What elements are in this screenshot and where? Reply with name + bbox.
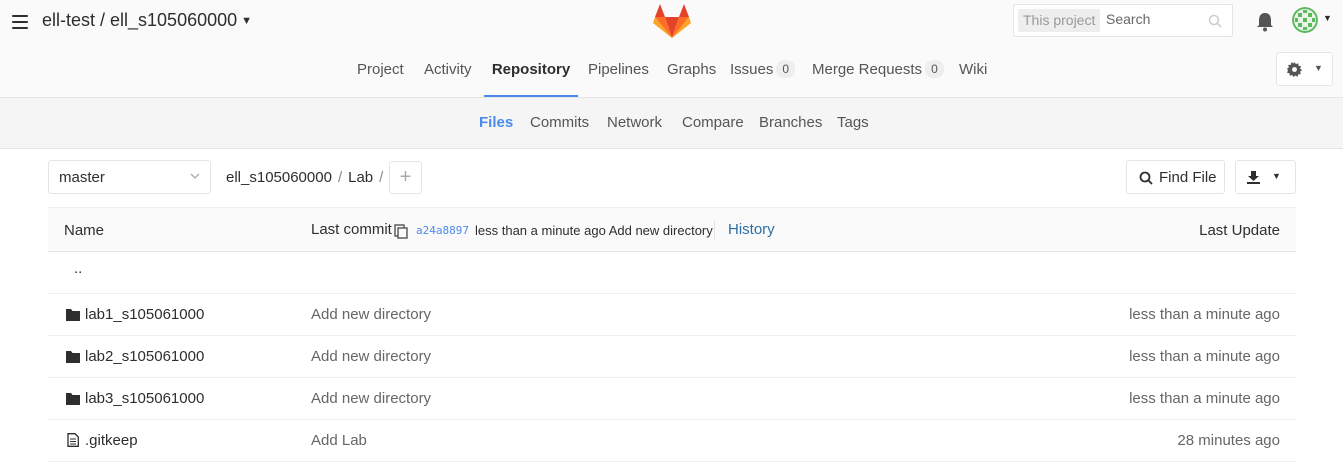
folder-icon (66, 393, 80, 405)
history-link[interactable]: History (728, 221, 775, 238)
tab-pipelines[interactable]: Pipelines (588, 44, 649, 97)
table-row: lab3_s105061000 Add new directory less t… (48, 378, 1296, 420)
find-file-label: Find File (1159, 169, 1217, 186)
breadcrumb: ell_s105060000 / Lab / (226, 169, 389, 186)
hamburger-menu-icon[interactable] (12, 15, 28, 29)
file-commit-link[interactable]: Add new directory (311, 306, 431, 323)
project-title[interactable]: ell-test / ell_s105060000 ▼ (42, 10, 252, 31)
subtab-files[interactable]: Files (479, 98, 513, 148)
plus-icon: + (399, 166, 412, 188)
file-updated-time: less than a minute ago (1129, 348, 1280, 365)
file-name-link[interactable]: .gitkeep (85, 432, 138, 449)
column-last-commit-header: Last commit (311, 221, 392, 238)
tab-activity[interactable]: Activity (424, 44, 472, 97)
repository-subnav: Files Commits Network Compare Branches T… (0, 98, 1343, 149)
tree-table-header: Name Last commit a24a8897 less than a mi… (48, 207, 1296, 252)
tab-merge-requests-label: Merge Requests (812, 61, 923, 78)
breadcrumb-project[interactable]: ell_s105060000 (226, 169, 332, 186)
tab-repository[interactable]: Repository (484, 44, 578, 97)
merge-requests-count-badge: 0 (925, 60, 944, 78)
bell-icon[interactable] (1256, 12, 1274, 32)
table-row-parent (48, 252, 1296, 294)
file-name-link[interactable]: lab2_s105061000 (85, 348, 204, 365)
search-box[interactable]: This project (1013, 4, 1233, 37)
download-button[interactable]: ▼ (1235, 160, 1296, 194)
file-commit-link[interactable]: Add Lab (311, 432, 367, 449)
tab-issues[interactable]: Issues 0 (730, 44, 796, 97)
search-scope-label[interactable]: This project (1018, 9, 1101, 32)
subtab-commits[interactable]: Commits (530, 98, 589, 148)
settings-chevron-down-icon: ▼ (1314, 63, 1323, 73)
table-row: .gitkeep Add Lab 28 minutes ago (48, 420, 1296, 462)
avatar[interactable] (1292, 7, 1318, 33)
breadcrumb-lab[interactable]: Lab (348, 169, 373, 186)
search-icon (1208, 14, 1222, 28)
folder-icon (66, 309, 80, 321)
breadcrumb-separator: / (379, 169, 384, 186)
gitlab-logo[interactable] (652, 2, 692, 40)
add-to-tree-button[interactable]: + (389, 161, 422, 194)
table-row: lab1_s105061000 Add new directory less t… (48, 294, 1296, 336)
tab-merge-requests[interactable]: Merge Requests 0 (812, 44, 944, 97)
download-icon (1247, 171, 1260, 184)
commit-sha-link[interactable]: a24a8897 (416, 224, 469, 237)
search-icon (1139, 171, 1153, 185)
tab-project[interactable]: Project (357, 44, 404, 97)
subtab-tags[interactable]: Tags (837, 98, 869, 148)
breadcrumb-separator: / (337, 169, 343, 186)
subtab-compare[interactable]: Compare (682, 98, 744, 148)
file-updated-time: less than a minute ago (1129, 390, 1280, 407)
avatar-chevron-down-icon[interactable]: ▼ (1323, 13, 1332, 23)
subtab-branches[interactable]: Branches (759, 98, 822, 148)
issues-count-badge: 0 (776, 60, 796, 78)
file-updated-time: less than a minute ago (1129, 306, 1280, 323)
clipboard-icon[interactable] (394, 223, 408, 239)
folder-icon (66, 351, 80, 363)
file-commit-link[interactable]: Add new directory (311, 390, 431, 407)
project-title-text: ell-test / ell_s105060000 (42, 10, 238, 30)
settings-button[interactable]: ▼ (1276, 52, 1333, 86)
find-file-button[interactable]: Find File (1126, 160, 1225, 194)
last-commit-message: less than a minute ago Add new directory (475, 223, 713, 238)
search-input[interactable] (1106, 11, 1206, 27)
chevron-down-icon (190, 173, 200, 179)
gear-icon (1287, 62, 1302, 77)
chevron-down-icon: ▼ (241, 15, 253, 27)
column-name-header: Name (64, 222, 105, 239)
file-name-link[interactable]: lab3_s105061000 (85, 390, 204, 407)
parent-directory-link[interactable]: .. (74, 260, 82, 277)
tab-graphs[interactable]: Graphs (667, 44, 716, 97)
table-row: lab2_s105061000 Add new directory less t… (48, 336, 1296, 378)
branch-select[interactable]: master (48, 160, 211, 194)
file-name-link[interactable]: lab1_s105061000 (85, 306, 204, 323)
file-updated-time: 28 minutes ago (1177, 432, 1280, 449)
subtab-network[interactable]: Network (607, 98, 662, 148)
file-text-icon (67, 433, 79, 447)
branch-name: master (59, 169, 105, 186)
file-commit-link[interactable]: Add new directory (311, 348, 431, 365)
column-last-update-header: Last Update (1199, 222, 1280, 239)
download-chevron-down-icon: ▼ (1272, 171, 1281, 181)
project-nav: Project Activity Repository Pipelines Gr… (0, 44, 1343, 98)
divider (714, 220, 715, 240)
top-header: ell-test / ell_s105060000 ▼ This project … (0, 0, 1343, 44)
tab-issues-label: Issues (730, 61, 774, 78)
tab-wiki[interactable]: Wiki (959, 44, 987, 97)
